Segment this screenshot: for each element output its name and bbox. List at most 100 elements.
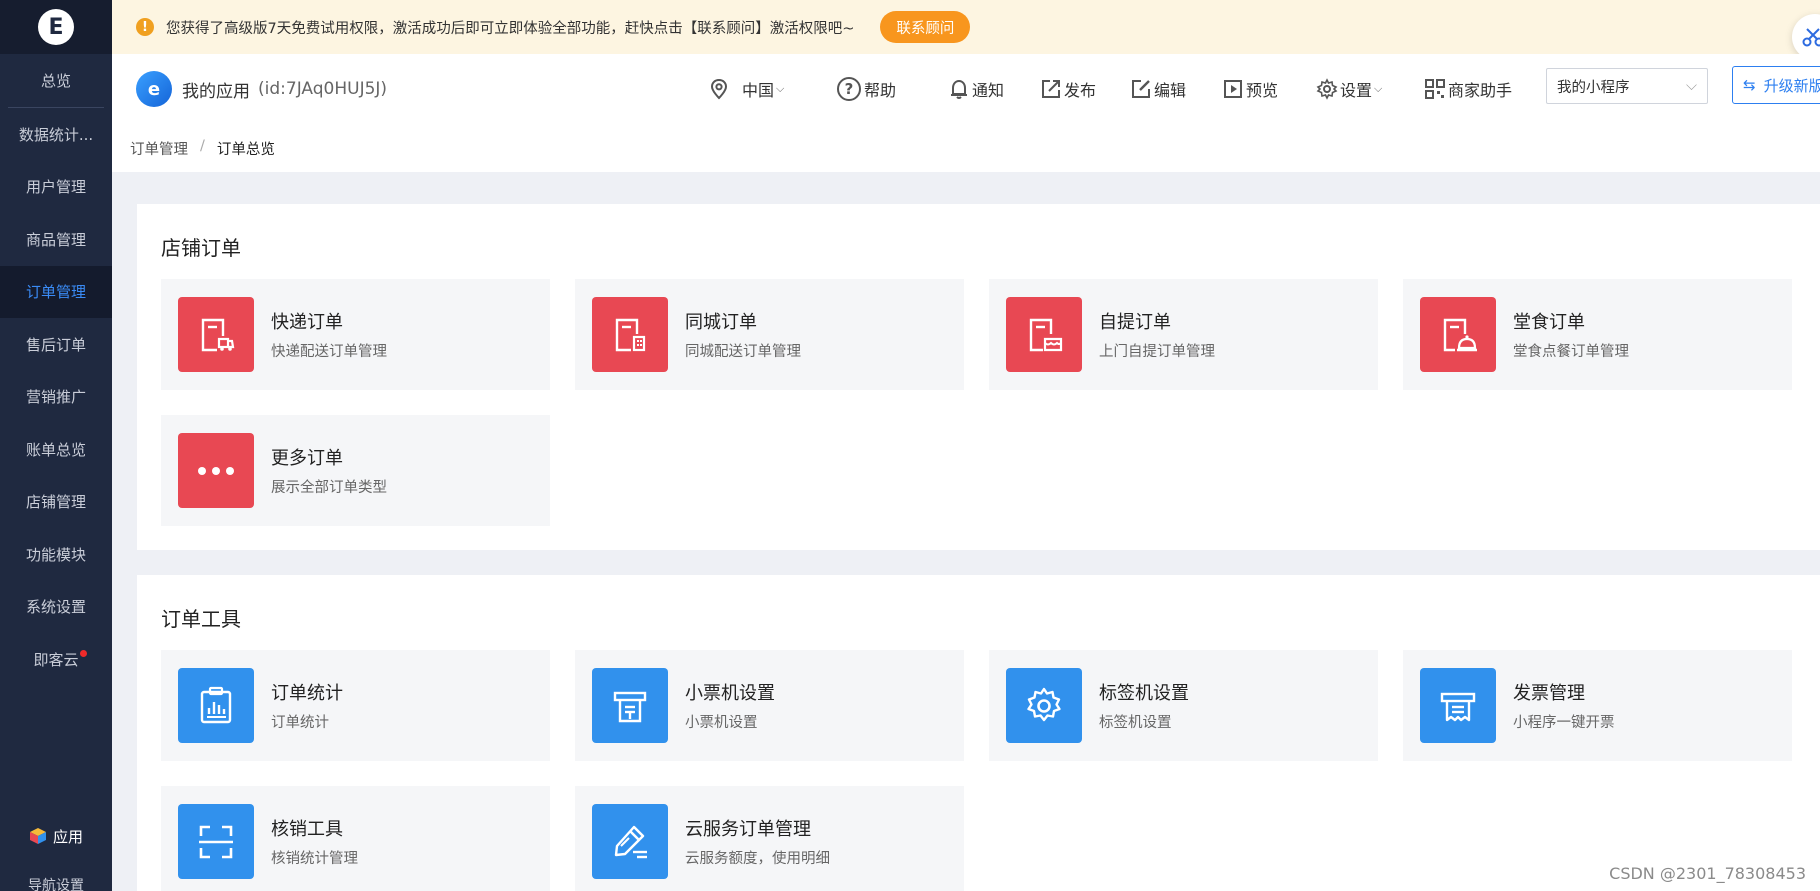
sidebar-item-marketing[interactable]: 营销推广 [0, 371, 112, 424]
card-title: 发票管理 [1513, 683, 1585, 704]
mini-program-select[interactable]: 我的小程序 ⌵ [1546, 68, 1708, 104]
sidebar-item-bills[interactable]: 账单总览 [0, 423, 112, 476]
gear-icon [1316, 78, 1338, 100]
sidebar-item-products[interactable]: 商品管理 [0, 213, 112, 266]
sidebar-item-overview[interactable]: 总览 [8, 54, 104, 108]
card-text: 云服务订单管理 云服务额度，使用明细 [685, 815, 830, 868]
card-desc: 堂食点餐订单管理 [1513, 344, 1629, 360]
publish-label: 发布 [1064, 81, 1097, 100]
card-order-stats[interactable]: 订单统计 订单统计 [161, 650, 550, 761]
card-desc: 云服务额度，使用明细 [685, 851, 830, 867]
region-label: 中国 [742, 81, 775, 100]
notify-button[interactable]: 通知 [948, 66, 1004, 112]
order-tools-title: 订单工具 [161, 607, 241, 631]
chevron-down-icon: ⌵ [1686, 78, 1697, 94]
sidebar-item-users[interactable]: 用户管理 [0, 161, 112, 214]
help-button[interactable]: ? 帮助 [836, 66, 896, 112]
app-id: (id:7JAq0HUJ5J) [258, 79, 388, 99]
mini-program-select-value: 我的小程序 [1557, 79, 1630, 96]
card-text: 堂食订单 堂食点餐订单管理 [1513, 308, 1629, 361]
region-selector[interactable]: 中国 ⌵ [708, 66, 784, 112]
card-title: 订单统计 [271, 683, 343, 704]
card-more-orders[interactable]: 更多订单 展示全部订单类型 [161, 415, 550, 526]
switch-icon: ⇆ [1743, 76, 1756, 94]
preview-button[interactable]: 预览 [1222, 66, 1278, 112]
card-text: 核销工具 核销统计管理 [271, 815, 358, 868]
settings-button[interactable]: 设置 ⌵ [1316, 66, 1382, 112]
preview-label: 预览 [1246, 81, 1279, 100]
card-text: 更多订单 展示全部订单类型 [271, 444, 387, 497]
breadcrumb-item-orders[interactable]: 订单管理 [130, 138, 188, 159]
qrcode-icon [1425, 79, 1445, 99]
sidebar-item-nav-settings[interactable]: 导航设置 [0, 871, 112, 891]
sidebar-item-store[interactable]: 店铺管理 [0, 476, 112, 529]
card-title: 核销工具 [271, 819, 343, 840]
sidebar-bottom: 应用 导航设置 [0, 801, 112, 891]
receipt-printer-icon [592, 668, 668, 743]
help-circle-icon: ? [837, 77, 861, 101]
card-desc: 同城配送订单管理 [685, 344, 801, 360]
card-receipt-printer[interactable]: 小票机设置 小票机设置 [575, 650, 964, 761]
notification-dot [80, 650, 87, 657]
sidebar-item-system-settings[interactable]: 系统设置 [0, 581, 112, 634]
card-text: 标签机设置 标签机设置 [1099, 679, 1189, 732]
card-title: 自提订单 [1099, 312, 1171, 333]
sidebar: E 总览 数据统计... 用户管理 商品管理 订单管理 售后订单 营销推广 账单… [0, 0, 112, 891]
cube-icon [29, 827, 47, 845]
bell-icon [951, 79, 967, 99]
publish-icon [1042, 80, 1060, 98]
apps-label: 应用 [52, 827, 83, 846]
sidebar-item-data-stats[interactable]: 数据统计... [0, 108, 112, 161]
card-desc: 快递配送订单管理 [271, 344, 387, 360]
sidebar-item-jike-cloud[interactable]: 即客云 [0, 633, 112, 686]
cloud-edit-icon [592, 804, 668, 879]
notify-label: 通知 [972, 81, 1005, 100]
svg-text:?: ? [845, 80, 854, 98]
breadcrumb-current: 订单总览 [216, 142, 275, 158]
merchant-assistant-button[interactable]: 商家助手 [1424, 66, 1512, 112]
notice-text: 您获得了高级版7天免费试用权限，激活成功后即可立即体验全部功能，赶快点击【联系顾… [166, 20, 855, 37]
card-pickup-order[interactable]: 自提订单 上门自提订单管理 [989, 279, 1378, 390]
card-text: 快递订单 快递配送订单管理 [271, 308, 387, 361]
card-desc: 核销统计管理 [271, 851, 358, 867]
contact-advisor-button[interactable]: 联系顾问 [880, 11, 971, 43]
card-verification-tool[interactable]: 核销工具 核销统计管理 [161, 786, 550, 891]
sidebar-item-label: 即客云 [33, 650, 79, 669]
app-name: 我的应用 [182, 81, 250, 102]
card-desc: 展示全部订单类型 [271, 480, 387, 496]
stats-clipboard-icon [178, 668, 254, 743]
upgrade-button[interactable]: ⇆ 升级新版 [1732, 66, 1820, 104]
brand-logo[interactable]: E [38, 9, 74, 45]
card-dine-in-order[interactable]: 堂食订单 堂食点餐订单管理 [1403, 279, 1792, 390]
warning-icon: ! [136, 18, 154, 36]
sidebar-apps-button[interactable]: 应用 [0, 801, 112, 871]
city-building-icon [592, 297, 668, 372]
top-header: e 我的应用 (id:7JAq0HUJ5J) 中国 ⌵ ? 帮助 通知 发布 编… [112, 54, 1820, 172]
sidebar-item-modules[interactable]: 功能模块 [0, 528, 112, 581]
card-desc: 小票机设置 [685, 715, 758, 731]
app-info: e 我的应用 (id:7JAq0HUJ5J) [136, 66, 387, 112]
card-invoice-management[interactable]: 发票管理 小程序一键开票 [1403, 650, 1792, 761]
location-pin-icon [710, 78, 728, 100]
card-title: 更多订单 [271, 448, 343, 469]
delivery-truck-icon [178, 297, 254, 372]
card-label-printer[interactable]: 标签机设置 标签机设置 [989, 650, 1378, 761]
publish-button[interactable]: 发布 [1040, 66, 1096, 112]
card-desc: 上门自提订单管理 [1099, 344, 1215, 360]
breadcrumb: 订单管理 / 订单总览 [130, 138, 275, 159]
upgrade-label: 升级新版 [1763, 76, 1820, 95]
edit-button[interactable]: 编辑 [1130, 66, 1186, 112]
store-orders-title: 店铺订单 [161, 236, 241, 260]
sidebar-item-after-sales[interactable]: 售后订单 [0, 318, 112, 371]
card-city-order[interactable]: 同城订单 同城配送订单管理 [575, 279, 964, 390]
card-title: 堂食订单 [1513, 312, 1585, 333]
store-pickup-icon [1006, 297, 1082, 372]
card-cloud-service-orders[interactable]: 云服务订单管理 云服务额度，使用明细 [575, 786, 964, 891]
chevron-down-icon: ⌵ [776, 82, 785, 95]
card-express-order[interactable]: 快递订单 快递配送订单管理 [161, 279, 550, 390]
order-tools-panel: 订单工具 订单统计 订单统计 小票机设置 小票机设置 标签机设置 标签机设置 发… [137, 575, 1820, 891]
sidebar-item-orders[interactable]: 订单管理 [0, 265, 112, 318]
card-desc: 订单统计 [271, 715, 329, 731]
app-logo: e [136, 71, 172, 107]
invoice-icon [1420, 668, 1496, 743]
